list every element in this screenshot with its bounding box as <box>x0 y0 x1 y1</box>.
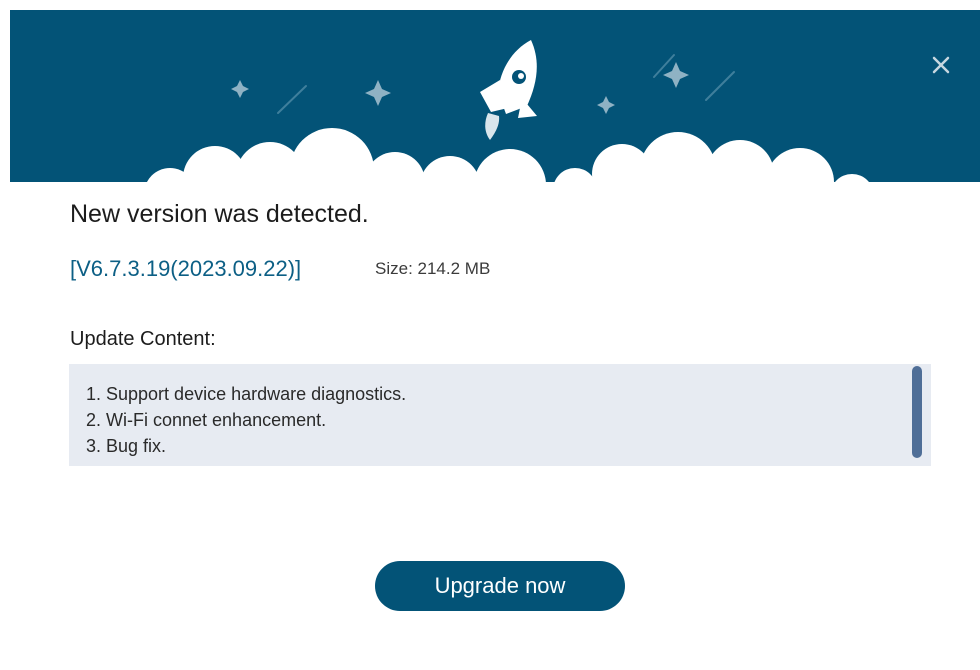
upgrade-now-button[interactable]: Upgrade now <box>375 561 625 611</box>
rocket-illustration <box>146 40 869 182</box>
star-icon <box>663 62 689 88</box>
update-dialog: New version was detected. [V6.7.3.19(202… <box>0 0 980 670</box>
star-icon <box>597 96 615 114</box>
close-button[interactable] <box>926 50 956 80</box>
dialog-title: New version was detected. <box>70 200 369 228</box>
list-item: 1. Support device hardware diagnostics. <box>86 384 407 404</box>
sparkle-stars <box>231 62 689 114</box>
star-icon <box>365 80 391 106</box>
update-content-label: Update Content: <box>70 328 216 350</box>
scrollbar-thumb[interactable] <box>912 366 922 458</box>
close-icon <box>932 56 950 74</box>
star-streak <box>705 71 735 101</box>
download-size: Size: 214.2 MB <box>375 259 491 278</box>
update-content-box[interactable]: 1. Support device hardware diagnostics. … <box>69 364 931 466</box>
cloud-shapes <box>146 128 869 182</box>
list-item: 3. Bug fix. <box>86 436 167 456</box>
rocket-icon <box>480 40 537 140</box>
dialog-header-banner <box>10 10 980 182</box>
star-icon <box>231 80 249 98</box>
scrollbar-track[interactable] <box>911 364 923 466</box>
list-item: 2. Wi-Fi connet enhancement. <box>86 410 327 430</box>
update-notes-list: 1. Support device hardware diagnostics. … <box>69 364 931 459</box>
version-link[interactable]: [V6.7.3.19(2023.09.22)] <box>70 256 301 282</box>
star-streak <box>277 85 307 114</box>
